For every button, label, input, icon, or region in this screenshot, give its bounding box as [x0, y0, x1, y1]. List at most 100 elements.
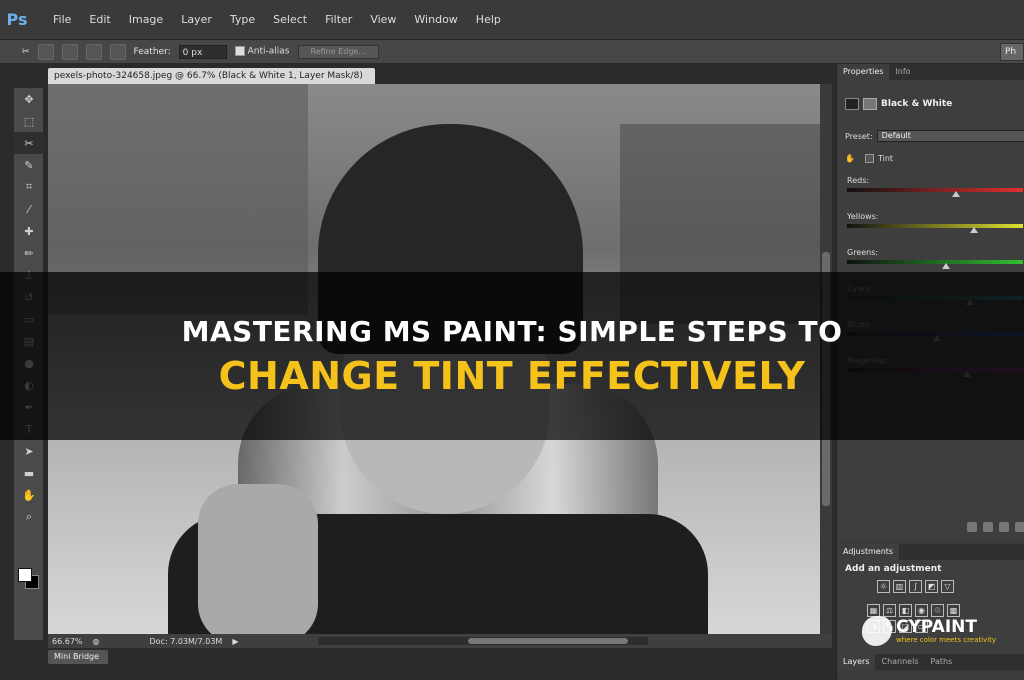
levels-icon[interactable]: ▥ [893, 580, 906, 593]
horizontal-scrollbar[interactable] [318, 637, 648, 645]
watermark-tagline: where color meets creativity [896, 636, 997, 644]
photo-scarf [198, 484, 318, 634]
status-menu-arrow-icon[interactable]: ▶ [232, 637, 238, 646]
menu-layer[interactable]: Layer [172, 13, 221, 26]
color-slider[interactable]: Yellows: [847, 212, 1023, 233]
document-tab[interactable]: pexels-photo-324658.jpeg @ 66.7% (Black … [48, 68, 375, 97]
menu-file[interactable]: File [44, 13, 80, 26]
menu-filter[interactable]: Filter [316, 13, 361, 26]
brightness-icon[interactable]: ☼ [877, 580, 890, 593]
mini-bridge-tab[interactable]: Mini Bridge [48, 650, 108, 664]
curves-icon[interactable]: ∫ [909, 580, 922, 593]
color-slider[interactable]: Reds: [847, 176, 1023, 197]
tab-info[interactable]: Info [889, 64, 916, 80]
tint-checkbox[interactable]: Tint [864, 154, 894, 163]
slider-track[interactable] [847, 188, 1023, 197]
watermark-name: CYPAINT [896, 617, 977, 637]
status-info-icon[interactable]: ◍ [93, 637, 100, 646]
move-tool-icon[interactable]: ✥ [14, 88, 44, 110]
banner-title-line-1: MASTERING MS PAINT: SIMPLE STEPS TO [181, 314, 843, 348]
menu-select[interactable]: Select [264, 13, 316, 26]
quick-select-tool-icon[interactable]: ✎ [14, 154, 44, 176]
menu-view[interactable]: View [361, 13, 405, 26]
adjustment-icons-row: ☼ ▥ ∫ ◩ ▽ [877, 580, 954, 593]
healing-tool-icon[interactable]: ✚ [14, 220, 44, 242]
adjustment-name: Black & White [881, 99, 953, 109]
paint-splash-icon [862, 616, 892, 646]
document-size: Doc: 7.03M/7.03M [149, 636, 223, 646]
menu-type[interactable]: Type [221, 13, 264, 26]
tab-properties[interactable]: Properties [837, 64, 890, 80]
intersect-selection-icon[interactable] [109, 43, 126, 60]
path-select-tool-icon[interactable]: ➤ [14, 440, 44, 462]
menu-edit[interactable]: Edit [80, 13, 119, 26]
banner-title-line-2: CHANGE TINT EFFECTIVELY [218, 353, 806, 398]
title-banner: MASTERING MS PAINT: SIMPLE STEPS TO CHAN… [0, 272, 1024, 440]
exposure-icon[interactable]: ◩ [925, 580, 938, 593]
add-selection-icon[interactable] [61, 43, 78, 60]
visibility-icon[interactable] [1015, 522, 1024, 532]
black-white-adjustment-icon[interactable] [845, 98, 859, 110]
reset-icon[interactable] [999, 522, 1009, 532]
slider-knob-icon[interactable] [941, 263, 950, 269]
refine-edge-button[interactable]: Refine Edge... [297, 44, 379, 59]
workspace-button[interactable]: Ph [1000, 43, 1024, 61]
menu-image[interactable]: Image [120, 13, 172, 26]
slider-label: Yellows: [847, 212, 879, 221]
checkbox-icon [864, 154, 874, 163]
tab-paths[interactable]: Paths [925, 654, 959, 670]
scrollbar-thumb[interactable] [468, 638, 628, 644]
foreground-color-swatch[interactable] [18, 568, 32, 582]
eyedropper-tool-icon[interactable]: ⁄ [14, 198, 44, 220]
tint-label: Tint [877, 154, 894, 163]
zoom-tool-icon[interactable]: ⌕ [14, 506, 44, 528]
feather-label: Feather: [133, 46, 171, 57]
slider-label: Reds: [847, 176, 870, 185]
slider-label: Greens: [847, 248, 879, 257]
watermark-logo: CYPAINT where color meets creativity [862, 616, 996, 646]
vibrance-icon[interactable]: ▽ [941, 580, 954, 593]
lasso-tool-icon[interactable]: ✂ [22, 47, 30, 57]
preset-row: Preset: Default [845, 130, 1024, 142]
feather-input[interactable]: 0 px [178, 44, 227, 59]
menu-window[interactable]: Window [405, 13, 466, 26]
shape-tool-icon[interactable]: ▬ [14, 462, 44, 484]
menu-items: File Edit Image Layer Type Select Filter… [44, 13, 510, 26]
menu-help[interactable]: Help [467, 13, 510, 26]
hand-tool-icon[interactable]: ✋ [14, 484, 44, 506]
tint-row: ✋ Tint [845, 154, 893, 163]
crop-tool-icon[interactable]: ⌗ [14, 176, 44, 198]
tab-channels[interactable]: Channels [875, 654, 924, 670]
marquee-tool-icon[interactable]: ⬚ [14, 110, 44, 132]
status-bar: 66.67% ◍ Doc: 7.03M/7.03M ▶ [48, 634, 832, 648]
lasso-tool-icon[interactable]: ✂ [14, 132, 44, 154]
slider-knob-icon[interactable] [969, 227, 978, 233]
brush-tool-icon[interactable]: ✏ [14, 242, 44, 264]
slider-track[interactable] [847, 260, 1023, 269]
view-previous-icon[interactable] [983, 522, 993, 532]
properties-tabs: Properties Info [837, 64, 1024, 80]
zoom-level[interactable]: 66.67% [52, 637, 83, 646]
checkbox-icon [234, 46, 245, 57]
new-selection-icon[interactable] [37, 43, 54, 60]
watermark-text: CYPAINT where color meets creativity [896, 618, 996, 644]
targeted-adjustment-hand-icon[interactable]: ✋ [845, 154, 855, 163]
clip-to-layer-icon[interactable] [967, 522, 977, 532]
subtract-selection-icon[interactable] [85, 43, 102, 60]
color-swatches[interactable] [18, 568, 40, 590]
slider-knob-icon[interactable] [952, 191, 961, 197]
adjustment-header: Black & White [845, 98, 952, 110]
tab-layers[interactable]: Layers [837, 654, 876, 670]
antialias-label: Anti-alias [247, 46, 290, 57]
color-slider[interactable]: Greens: [847, 248, 1023, 269]
antialias-checkbox[interactable]: Anti-alias [234, 46, 290, 57]
menu-bar: Ps File Edit Image Layer Type Select Fil… [0, 0, 1024, 40]
adjustments-heading: Add an adjustment [845, 564, 942, 574]
tab-adjustments[interactable]: Adjustments [837, 544, 900, 560]
layer-mask-icon[interactable] [863, 98, 877, 110]
adjustments-tabs: Adjustments [837, 544, 1024, 560]
slider-track[interactable] [847, 224, 1023, 233]
photoshop-logo: Ps [6, 10, 28, 29]
preset-select[interactable]: Default [876, 130, 1024, 142]
properties-footer [967, 522, 1024, 532]
